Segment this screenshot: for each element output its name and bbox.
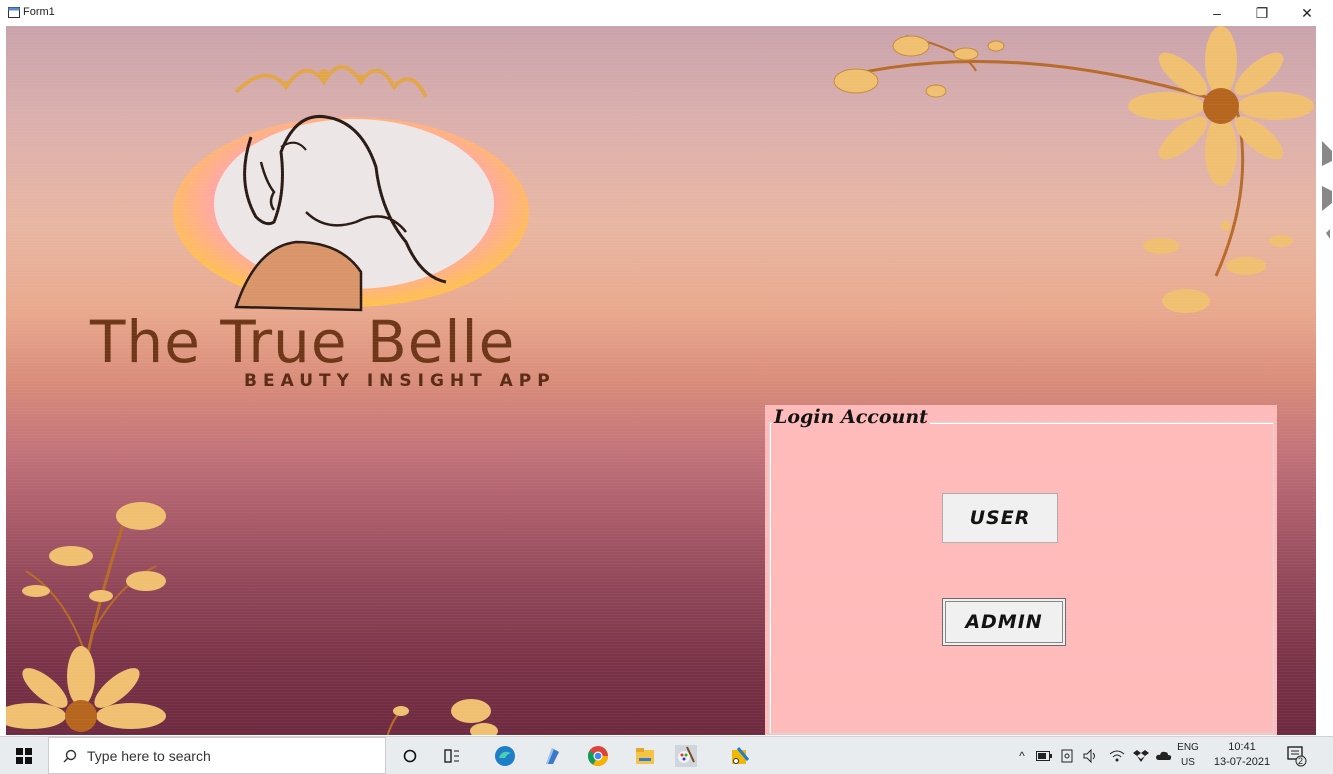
windows-logo-icon [16, 747, 32, 764]
flower-decoration-bottom-middle [386, 699, 498, 735]
paint-icon[interactable] [666, 737, 706, 774]
search-icon [63, 749, 77, 762]
notepad-icon[interactable] [532, 737, 572, 774]
window-edge-marks [1322, 141, 1332, 239]
chrome-icon[interactable] [578, 737, 618, 774]
window-title: Form1 [23, 6, 55, 18]
brand-title: The True Belle [90, 308, 516, 376]
form-background: The True Belle BEAUTY INSIGHT APP Login … [6, 26, 1316, 735]
chevron-up-icon[interactable]: ^ [1015, 737, 1029, 774]
window-right-edge [1316, 26, 1333, 735]
minimize-button[interactable]: – [1200, 0, 1234, 26]
admin-button[interactable]: ADMIN [942, 598, 1066, 646]
dropbox-icon[interactable] [1132, 737, 1150, 774]
edge-icon[interactable] [485, 737, 525, 774]
cortana-icon[interactable] [390, 737, 430, 774]
search-placeholder: Type here to search [87, 747, 211, 764]
language-indicator[interactable]: ENG US [1176, 740, 1200, 770]
flower-decoration-top-right [833, 26, 1314, 313]
taskbar-search-box[interactable]: Type here to search [48, 737, 386, 774]
flower-decoration-bottom-left [6, 502, 166, 732]
clock[interactable]: 10:41 13-07-2021 [1208, 740, 1276, 770]
taskbar: Type here to search ^ ENG US 10:41 13-07… [0, 736, 1333, 774]
onedrive-icon[interactable] [1155, 737, 1173, 774]
battery-icon[interactable] [1035, 737, 1053, 774]
logo-illustration [173, 65, 529, 312]
login-panel: Login Account USER ADMIN [765, 405, 1277, 735]
close-button[interactable]: ✕ [1290, 0, 1324, 26]
notification-center-icon[interactable]: 2 [1282, 737, 1312, 774]
login-group-label: Login Account [772, 406, 930, 428]
notification-count: 2 [1298, 756, 1304, 766]
meet-icon[interactable] [1060, 737, 1076, 774]
login-groupbox [769, 422, 1274, 734]
snipping-icon[interactable] [720, 737, 760, 774]
brand-subtitle: BEAUTY INSIGHT APP [244, 371, 556, 391]
file-explorer-icon[interactable] [625, 737, 665, 774]
title-bar: Form1 – ❐ ✕ [0, 0, 1333, 26]
wifi-icon[interactable] [1108, 737, 1126, 774]
start-button[interactable] [0, 737, 48, 774]
maximize-button[interactable]: ❐ [1245, 0, 1279, 26]
form-app-icon [8, 7, 20, 18]
task-view-icon[interactable] [432, 737, 472, 774]
volume-icon[interactable] [1082, 737, 1100, 774]
user-button[interactable]: USER [942, 493, 1058, 543]
